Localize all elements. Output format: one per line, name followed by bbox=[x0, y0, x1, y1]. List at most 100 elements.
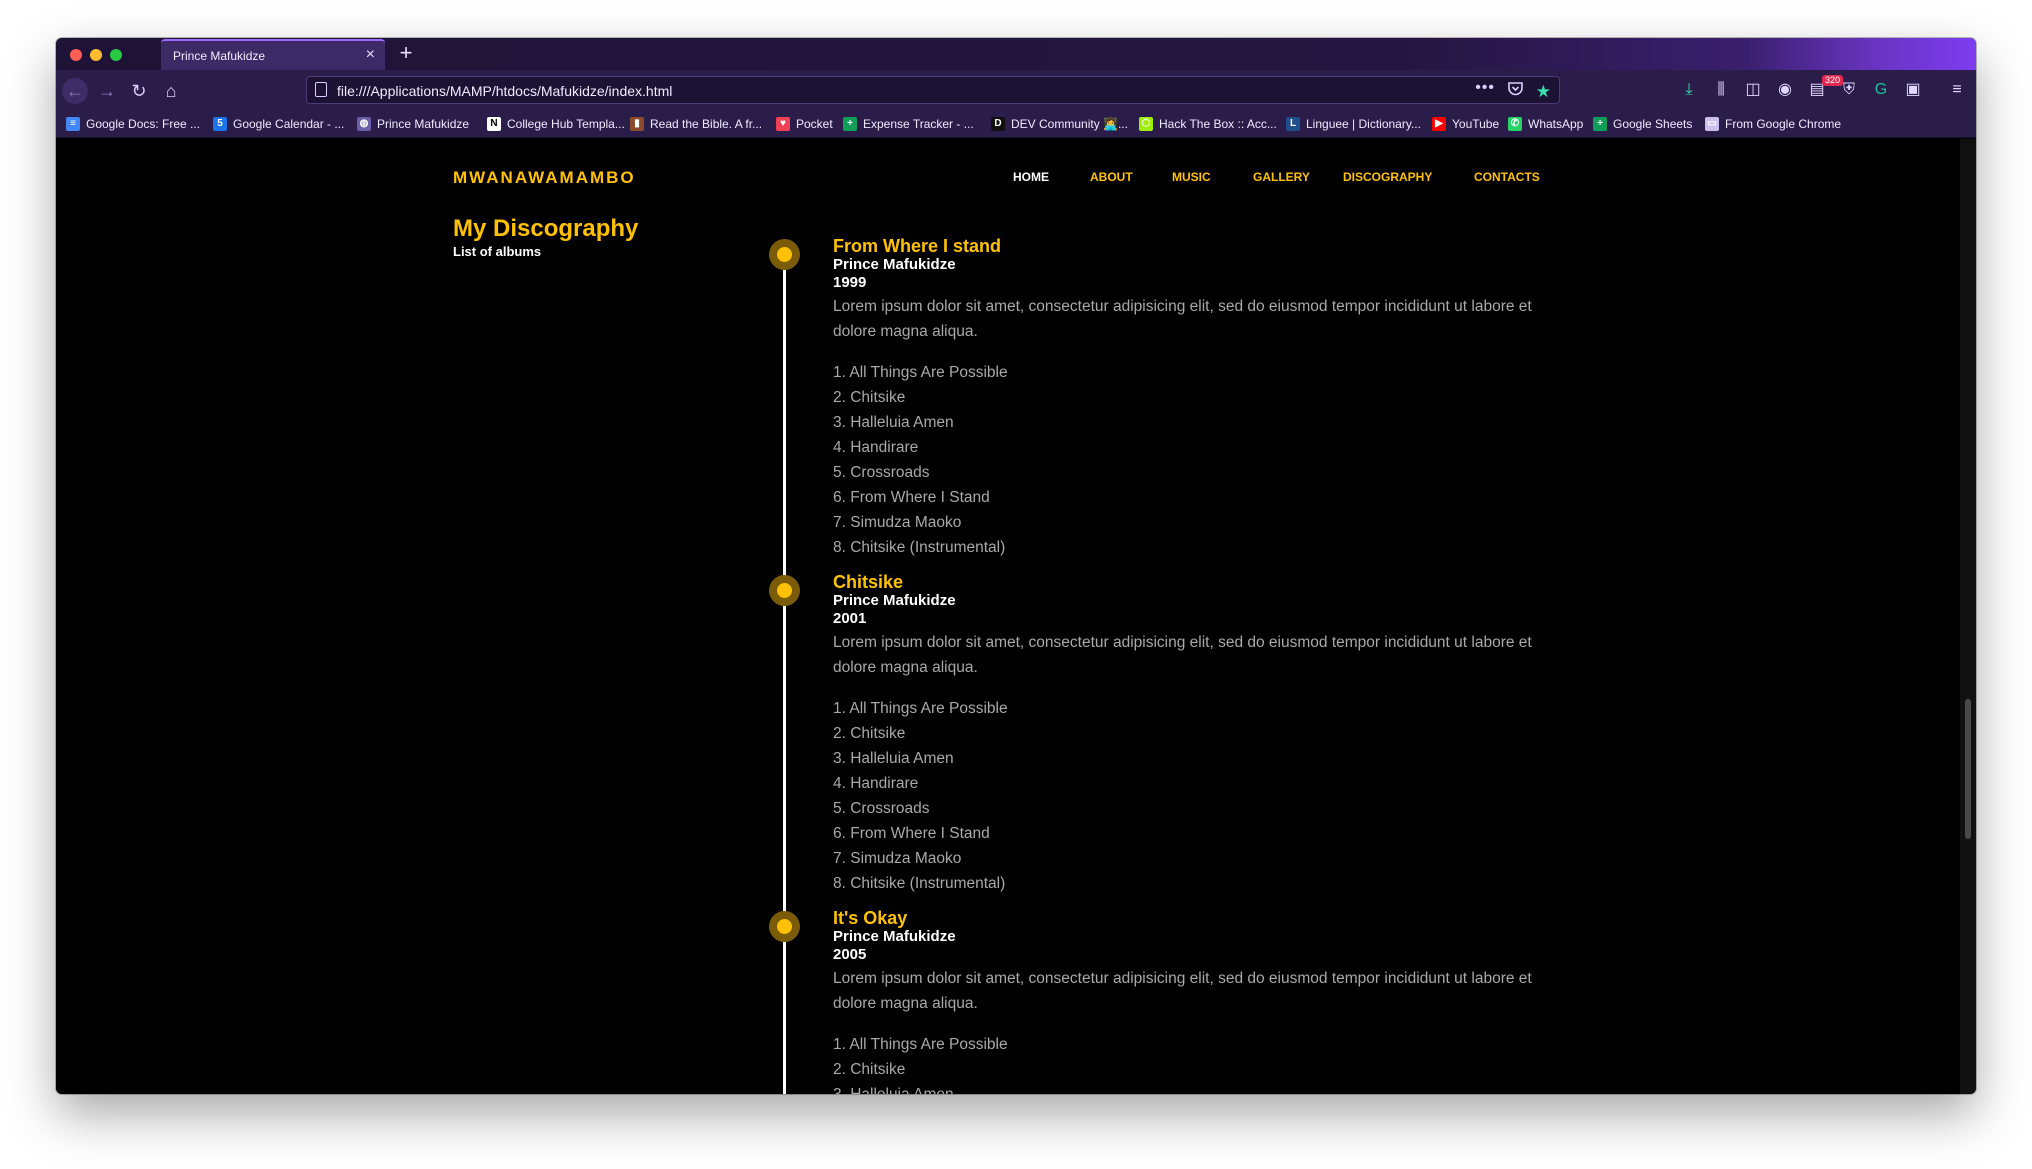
bookmark-item[interactable]: ◍ Prince Mafukidze bbox=[357, 116, 469, 132]
track-item: 4. Handirare bbox=[833, 775, 919, 792]
grammarly-icon[interactable]: G bbox=[1870, 79, 1892, 101]
timeline-dot bbox=[769, 575, 800, 606]
nav-home[interactable]: HOME bbox=[1013, 170, 1049, 184]
site-brand[interactable]: MWANAWAMAMBO bbox=[453, 168, 636, 188]
pocket-icon[interactable] bbox=[1508, 82, 1523, 100]
bookmark-item[interactable]: + Expense Tracker - ... bbox=[843, 116, 974, 132]
track-item: 3. Halleluia Amen bbox=[833, 1082, 1573, 1094]
bookmark-item[interactable]: ≡ Google Docs: Free ... bbox=[66, 116, 200, 132]
account-icon[interactable]: ◉ bbox=[1774, 79, 1796, 101]
bookmark-label: Hack The Box :: Acc... bbox=[1159, 117, 1277, 131]
album-year: 1999 bbox=[833, 274, 867, 291]
bookmark-label: Prince Mafukidze bbox=[377, 117, 470, 131]
album-entry: It's Okay Prince Mafukidze 2005 Lorem ip… bbox=[833, 908, 1573, 1094]
menu-icon[interactable]: ≡ bbox=[1946, 79, 1968, 101]
nav-gallery[interactable]: GALLERY bbox=[1253, 170, 1310, 184]
bookmark-label: Read the Bible. A fr... bbox=[650, 117, 763, 131]
notion-icon: N bbox=[487, 117, 501, 131]
folder-icon: ▭ bbox=[1705, 117, 1719, 131]
album-description: Lorem ipsum dolor sit amet, consectetur … bbox=[833, 970, 1532, 1012]
track-item: 2. Chitsike bbox=[833, 1061, 906, 1078]
bible-icon: ▮ bbox=[630, 117, 644, 131]
track-item: 8. Chitsike (Instrumental) bbox=[833, 875, 1006, 892]
track-item: 7. Simudza Maoko bbox=[833, 850, 962, 867]
bookmark-label: DEV Community 👩‍💻... bbox=[1011, 117, 1128, 131]
album-year: 2001 bbox=[833, 610, 867, 627]
nav-about[interactable]: ABOUT bbox=[1090, 170, 1133, 184]
sheets-icon: + bbox=[843, 117, 857, 131]
bookmark-item[interactable]: ▭ From Google Chrome bbox=[1705, 116, 1841, 132]
htb-icon: ⬡ bbox=[1139, 117, 1153, 131]
album-artist: Prince Mafukidze bbox=[833, 928, 956, 945]
album-title: It's Okay bbox=[833, 908, 908, 928]
album-entry: Chitsike Prince Mafukidze 2001 Lorem ips… bbox=[833, 572, 1573, 896]
bookmark-label: YouTube bbox=[1452, 117, 1500, 131]
track-item: 4. Handirare bbox=[833, 439, 919, 456]
bookmark-item[interactable]: + Google Sheets bbox=[1593, 116, 1692, 132]
track-item: 6. From Where I Stand bbox=[833, 825, 990, 842]
bookmarks-bar: ≡ Google Docs: Free ... 5 Google Calendar -… bbox=[56, 110, 1976, 138]
track-item: 2. Chitsike bbox=[833, 389, 906, 406]
forward-icon[interactable]: → bbox=[94, 78, 120, 104]
page-title: My Discography bbox=[453, 215, 639, 242]
page-icon bbox=[315, 82, 327, 97]
sheets-icon: + bbox=[1593, 117, 1607, 131]
bookmark-item[interactable]: D DEV Community 👩‍💻... bbox=[991, 116, 1128, 132]
bookmark-label: Pocket bbox=[796, 117, 833, 131]
downloads-icon[interactable]: ⤓ bbox=[1678, 79, 1700, 101]
minimize-window-button[interactable] bbox=[90, 49, 102, 61]
bookmark-label: College Hub Templa... bbox=[507, 117, 625, 131]
bookmark-label: From Google Chrome bbox=[1725, 117, 1842, 131]
album-entry: From Where I stand Prince Mafukidze 1999… bbox=[833, 236, 1573, 560]
track-item: 1. All Things Are Possible bbox=[833, 364, 1008, 381]
track-item: 2. Chitsike bbox=[833, 725, 906, 742]
globe-icon: ◍ bbox=[357, 117, 371, 131]
shield-icon[interactable]: ⛨ bbox=[1838, 79, 1860, 101]
album-artist: Prince Mafukidze bbox=[833, 592, 956, 609]
track-item: 1. All Things Are Possible bbox=[833, 1036, 1008, 1053]
bookmark-item[interactable]: ♥ Pocket bbox=[776, 116, 833, 132]
new-tab-button[interactable]: + bbox=[394, 41, 418, 65]
tab-strip: Prince Mafukidze × + bbox=[56, 38, 1976, 70]
page-actions-icon[interactable]: ••• bbox=[1475, 79, 1495, 97]
calendar-icon: 5 bbox=[213, 117, 227, 131]
zoom-window-button[interactable] bbox=[110, 49, 122, 61]
extension-icon[interactable]: ▣ bbox=[1902, 79, 1924, 101]
bookmark-item[interactable]: L Linguee | Dictionary... bbox=[1286, 116, 1421, 132]
page-subtitle: List of albums bbox=[453, 244, 542, 259]
tab-close-icon[interactable]: × bbox=[366, 46, 375, 64]
close-window-button[interactable] bbox=[70, 49, 82, 61]
nav-contacts[interactable]: CONTACTS bbox=[1474, 170, 1540, 184]
dev-icon: D bbox=[991, 117, 1005, 131]
track-item: 7. Simudza Maoko bbox=[833, 514, 962, 531]
pocket-icon: ♥ bbox=[776, 117, 790, 131]
bookmark-item[interactable]: 5 Google Calendar - ... bbox=[213, 116, 344, 132]
scrollbar-thumb[interactable] bbox=[1965, 699, 1971, 839]
sidebar-icon[interactable]: ◫ bbox=[1742, 79, 1764, 101]
back-icon[interactable]: ← bbox=[62, 78, 88, 104]
bookmark-item[interactable]: ▶ YouTube bbox=[1432, 116, 1499, 132]
bookmark-item[interactable]: ▮ Read the Bible. A fr... bbox=[630, 116, 762, 132]
linguee-icon: L bbox=[1286, 117, 1300, 131]
nav-discography[interactable]: DISCOGRAPHY bbox=[1343, 170, 1432, 184]
browser-tab[interactable]: Prince Mafukidze × bbox=[161, 39, 385, 70]
album-title: Chitsike bbox=[833, 572, 904, 592]
bookmark-item[interactable]: ⬡ Hack The Box :: Acc... bbox=[1139, 116, 1277, 132]
track-list: 1. All Things Are Possible 2. Chitsike 3… bbox=[833, 696, 1573, 896]
track-list: 1. All Things Are Possible 2. Chitsike 3… bbox=[833, 1032, 1573, 1094]
address-bar[interactable]: file:///Applications/MAMP/htdocs/Mafukid… bbox=[306, 76, 1560, 104]
bookmark-item[interactable]: ✆ WhatsApp bbox=[1508, 116, 1583, 132]
library-icon[interactable]: ⫼ bbox=[1710, 79, 1732, 101]
home-icon[interactable]: ⌂ bbox=[158, 78, 184, 104]
bookmark-star-icon[interactable]: ★ bbox=[1536, 82, 1551, 102]
reload-icon[interactable]: ↻ bbox=[126, 78, 152, 104]
bookmark-label: Expense Tracker - ... bbox=[863, 117, 974, 131]
url-text[interactable]: file:///Applications/MAMP/htdocs/Mafukid… bbox=[337, 83, 672, 99]
browser-window: Prince Mafukidze × + ← → ↻ ⌂ file:///App… bbox=[56, 38, 1976, 1094]
track-item: 5. Crossroads bbox=[833, 464, 930, 481]
page-scrollbar[interactable] bbox=[1960, 139, 1976, 1094]
track-item: 8. Chitsike (Instrumental) bbox=[833, 539, 1006, 556]
bookmark-label: Google Calendar - ... bbox=[233, 117, 345, 131]
nav-music[interactable]: MUSIC bbox=[1172, 170, 1211, 184]
bookmark-item[interactable]: N College Hub Templa... bbox=[487, 116, 625, 132]
